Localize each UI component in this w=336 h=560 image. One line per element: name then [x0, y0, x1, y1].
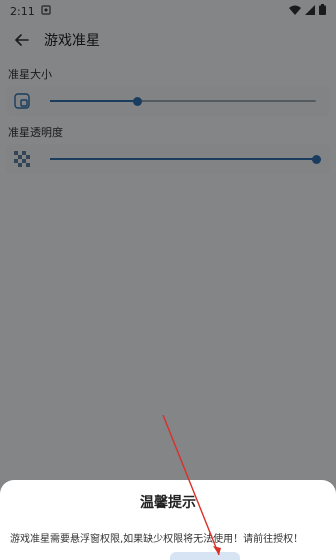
permission-dialog: 温馨提示 游戏准星需要悬浮窗权限,如果缺少权限将无法使用！请前往授权！ [0, 480, 336, 560]
modal-scrim[interactable] [0, 0, 336, 560]
dialog-message: 游戏准星需要悬浮窗权限,如果缺少权限将无法使用！请前往授权！ [10, 534, 304, 545]
authorize-button[interactable] [170, 552, 240, 560]
dialog-title: 温馨提示 [140, 495, 196, 511]
